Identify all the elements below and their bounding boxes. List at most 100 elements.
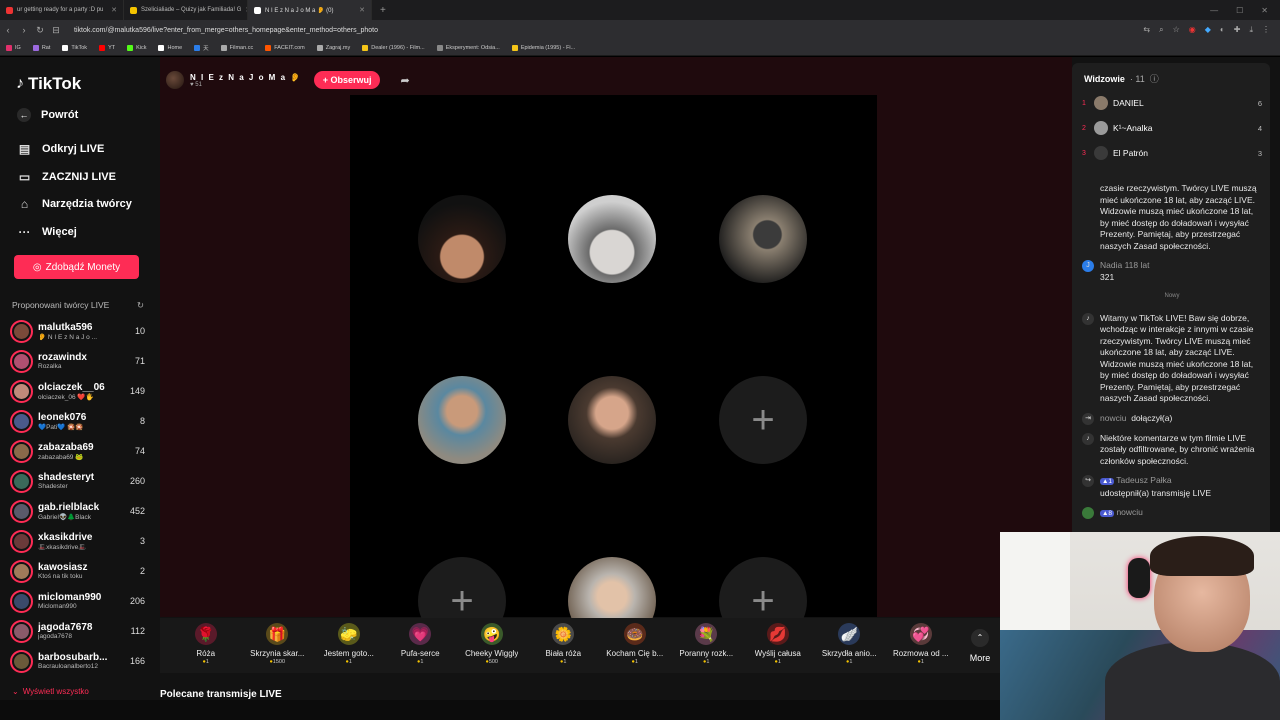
tiktok-logo[interactable]: ♪ TikTok [16, 74, 81, 94]
close-tab-icon[interactable]: ✕ [111, 6, 117, 14]
browser-tab[interactable]: ur getting ready for a party :D pu ✕ [0, 0, 124, 20]
browser-tab-active[interactable]: N I E z N a J o M a 👂 (0) ✕ [248, 0, 372, 20]
guest-video[interactable] [719, 195, 807, 283]
gift-cost-value: 500 [488, 659, 498, 665]
suggested-creator[interactable]: xkasikdrive 🎩xkasikdrive🎩 3 [10, 527, 145, 555]
nav-creator-tools[interactable]: ⌂ Narzędzia twórcy [17, 197, 132, 211]
bookmark-item[interactable]: YT [99, 44, 115, 51]
chat-username[interactable]: Nadia 118 lat [1100, 260, 1149, 272]
bookmark-item[interactable]: Filman.cc [220, 44, 253, 51]
suggested-creator[interactable]: olciaczek__06 olciaczek_06 ❤️🖐 149 [10, 377, 145, 405]
creator-name: zabazaba69 [38, 441, 94, 453]
gift-item[interactable]: 💗 Pufa-serce ●1 [385, 618, 457, 665]
bookmark-item[interactable]: Eksperyment: Odsia... [436, 44, 500, 51]
bookmark-item[interactable]: Dealer (1996) - Film... [362, 44, 425, 51]
gift-item[interactable]: 💋 Wyślij całusa ●1 [742, 618, 814, 665]
close-window-icon[interactable]: ✕ [1261, 6, 1268, 15]
maximize-icon[interactable]: ☐ [1236, 6, 1243, 15]
suggested-title: Proponowani twórcy LIVE [12, 300, 110, 310]
info-icon[interactable]: ⓘ [1150, 72, 1159, 85]
site-info-icon[interactable]: ⊟ [48, 25, 64, 36]
menu-icon[interactable]: ⋮ [1262, 25, 1270, 35]
guest-video[interactable] [568, 195, 656, 283]
extension-icon[interactable]: ◉ [1189, 25, 1196, 35]
gift-item[interactable]: 💞 Rozmowa od ... ●1 [885, 618, 957, 665]
top-viewer-row[interactable]: 1 DANIEL 6 [1082, 95, 1262, 111]
show-all-link[interactable]: ⌄ Wyświetl wszystko [12, 687, 89, 696]
top-viewer-row[interactable]: 2 K¹~Analka 4 [1082, 120, 1262, 136]
new-tab-button[interactable]: + [372, 5, 394, 16]
browser-tab[interactable]: Szelicialiade – Quizy jak Familiada! G✕ [124, 0, 248, 20]
translate-icon[interactable]: ⇆ [1143, 25, 1150, 35]
gift-item[interactable]: 🧽 Jestem goto... ●1 [313, 618, 385, 665]
tiktok-note-icon: ♪ [1082, 312, 1094, 325]
bookmark-item[interactable]: Home [158, 44, 182, 51]
suggested-creator[interactable]: leonek076 💙Pati💙 🎇🎇 8 [10, 407, 145, 435]
suggested-creator[interactable]: zabazaba69 zabazaba69 🐸 74 [10, 437, 145, 465]
join-slot-button[interactable]: + [719, 376, 807, 464]
nav-back[interactable]: ← Powrót [17, 108, 78, 122]
guest-video[interactable] [568, 376, 656, 464]
suggested-creator[interactable]: gab.rielblack Gabriel👽🌲Black 452 [10, 497, 145, 525]
bookmark-item[interactable]: Kick [127, 44, 146, 51]
bookmark-item[interactable]: 天 [194, 44, 209, 52]
more-gifts-button[interactable]: ⌃ More [960, 618, 1000, 673]
gift-item[interactable]: 💐 Poranny rozk... ●1 [671, 618, 743, 665]
top-viewer-row[interactable]: 3 El Patrón 3 [1082, 145, 1262, 161]
refresh-icon[interactable]: ↻ [137, 300, 144, 311]
gift-icon: 🍩 [623, 623, 646, 645]
chat-username[interactable]: nowciu [1116, 507, 1142, 517]
url-field[interactable]: tiktok.com/@malutka596/live?enter_from_m… [74, 27, 378, 34]
bookmark-item[interactable]: Rat [32, 44, 50, 51]
gift-cost-value: 1 [205, 659, 209, 665]
bookmark-item[interactable]: Epidemia (1995) - Fi... [511, 44, 575, 51]
suggested-creator[interactable]: micloman990 Micloman990 206 [10, 587, 145, 615]
gift-item[interactable]: 🪽 Skrzydła anio... ●1 [814, 618, 886, 665]
user-avatar[interactable]: J [1082, 260, 1094, 272]
suggested-creator[interactable]: malutka596 👂 N I E z N a J o ... 10 [10, 317, 145, 345]
bookmarks-bar: IG Rat TikTok YT Kick Home 天 Filman.cc FACEIT.co… [0, 40, 1280, 56]
gift-name: Rozmowa od ... [892, 649, 949, 658]
extension-icon[interactable]: ◐ [1220, 25, 1225, 35]
suggested-creator[interactable]: rozawindx Rozalka 71 [10, 347, 145, 375]
gift-item[interactable]: 🌼 Biała róża ●1 [528, 618, 600, 665]
follow-button[interactable]: + Obserwuj [313, 71, 381, 89]
back-arrow-icon[interactable]: ‹ [0, 25, 16, 35]
bookmark-item[interactable]: Zagraj.my [316, 44, 350, 51]
zoom-icon[interactable]: ⌕ [1159, 25, 1163, 35]
extension-icon[interactable]: ◆ [1205, 25, 1211, 35]
gift-item[interactable]: 🍩 Kocham Cię b... ●1 [599, 618, 671, 665]
reload-icon[interactable]: ↻ [32, 25, 48, 36]
gift-item[interactable]: 🌹 Róża ●1 [170, 618, 242, 665]
suggested-creator[interactable]: kawosiasz Ktoś na tik toku 2 [10, 557, 145, 585]
gift-item[interactable]: 🤪 Cheeky Wiggly ●500 [456, 618, 528, 665]
puzzle-icon[interactable]: ✚ [1234, 25, 1241, 35]
chat-username[interactable]: nowciu [1100, 413, 1126, 423]
star-icon[interactable]: ☆ [1173, 25, 1180, 35]
new-divider: Nowy [1164, 293, 1180, 299]
download-icon[interactable]: ⤓ [1249, 25, 1253, 35]
host-name[interactable]: N I E z N a J o M a 👂 [190, 73, 302, 82]
more-label: More [969, 652, 991, 663]
host-avatar[interactable] [166, 71, 184, 89]
gift-cost: ●1 [560, 659, 566, 665]
bookmark-item[interactable]: TikTok [62, 44, 87, 51]
get-coins-button[interactable]: ◎ Zdobądź Monety [14, 255, 139, 279]
guest-video[interactable] [418, 376, 506, 464]
suggested-creator[interactable]: barbosubarb... Bacrauloanalberto12 166 [10, 647, 145, 675]
bookmark-item[interactable]: FACEIT.com [265, 44, 305, 51]
minimize-icon[interactable]: — [1210, 6, 1218, 15]
chat-username[interactable]: Tadeusz Pałka [1116, 475, 1171, 485]
gift-item[interactable]: 🎁 Skrzynia skar... ●1500 [242, 618, 314, 665]
guest-video[interactable] [418, 195, 506, 283]
nav-discover-live[interactable]: ▤ Odkryj LIVE [17, 142, 105, 156]
user-avatar[interactable] [1082, 507, 1094, 519]
nav-start-live[interactable]: ▭ ZACZNIJ LIVE [17, 170, 116, 184]
forward-arrow-icon[interactable]: › [16, 25, 32, 35]
share-icon[interactable]: ➦ [400, 74, 409, 87]
nav-more[interactable]: ··· Więcej [17, 225, 77, 239]
bookmark-item[interactable]: IG [6, 44, 21, 51]
suggested-creator[interactable]: shadesteryt Shadester 260 [10, 467, 145, 495]
suggested-creator[interactable]: jagoda7678 jagoda7678 112 [10, 617, 145, 645]
close-tab-icon[interactable]: ✕ [359, 6, 365, 14]
